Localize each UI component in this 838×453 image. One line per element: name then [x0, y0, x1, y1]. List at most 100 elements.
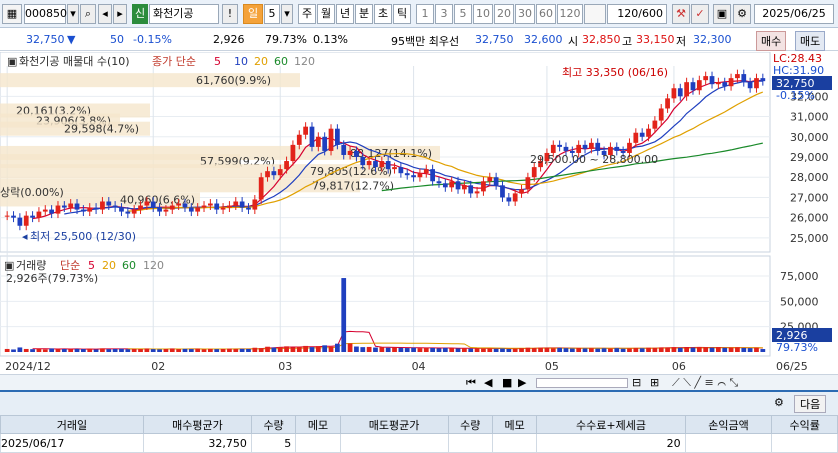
volume-bar: [620, 348, 626, 352]
prev-icon[interactable]: ◂: [98, 4, 112, 24]
candle: [11, 215, 16, 218]
chevron-down-icon[interactable]: ▾: [67, 4, 79, 24]
candle: [754, 78, 759, 89]
ma-5[interactable]: 5: [214, 55, 221, 68]
tools-icon[interactable]: ⚒: [672, 4, 690, 24]
candle: [677, 88, 683, 97]
prev-icon[interactable]: ◀: [484, 376, 492, 389]
column-header[interactable]: 매수평균가: [142, 415, 252, 434]
compare-icon[interactable]: ✓: [691, 4, 709, 24]
tab-second[interactable]: 초: [374, 4, 392, 24]
vol-ma-20[interactable]: 20: [102, 259, 116, 272]
candle: [741, 74, 747, 83]
interval-120[interactable]: 120: [557, 4, 583, 24]
column-header[interactable]: 메모: [295, 415, 341, 434]
x-date-label: 06: [672, 360, 686, 373]
volume-bar: [665, 347, 670, 352]
day-count-input[interactable]: 5: [264, 4, 280, 24]
volume-bar: [315, 346, 321, 352]
column-header[interactable]: 수량: [447, 415, 493, 434]
draw-tools-icon[interactable]: ⟋ ⟍ ╱ ≡ ⌒ ⤡: [672, 376, 738, 390]
volume-bar: [589, 348, 594, 352]
interval-20[interactable]: 20: [494, 4, 514, 24]
sell-button[interactable]: 매도: [795, 31, 826, 51]
candle: [716, 82, 721, 85]
save-icon[interactable]: ▣: [713, 4, 731, 24]
volume-panel-title: 거래량: [16, 259, 46, 272]
candle: [176, 203, 181, 206]
y-tick-label: 27,000: [790, 191, 829, 204]
gear-icon[interactable]: ⚙: [733, 4, 751, 24]
menu-icon[interactable]: ▦: [2, 4, 22, 24]
volume-bar: [354, 346, 359, 352]
interval-30[interactable]: 30: [515, 4, 535, 24]
volume-bar: [49, 348, 54, 352]
zoom-in-icon[interactable]: ⊞: [650, 376, 659, 389]
stock-code-input[interactable]: 000850: [24, 4, 67, 24]
ma-10[interactable]: 10: [234, 55, 248, 68]
vol-ma-60[interactable]: 60: [122, 259, 136, 272]
tab-tick[interactable]: 틱: [393, 4, 411, 24]
interval-custom[interactable]: [584, 4, 606, 24]
change-value: 50: [110, 33, 124, 46]
column-header[interactable]: 메모: [491, 415, 538, 434]
interval-3[interactable]: 3: [435, 4, 453, 24]
candle: [163, 209, 169, 212]
ma-20[interactable]: 20: [254, 55, 268, 68]
next-button[interactable]: 다음: [794, 395, 827, 413]
tab-week[interactable]: 주: [298, 4, 316, 24]
column-header[interactable]: 수익률: [771, 415, 838, 434]
zoom-out-icon[interactable]: ⊟: [632, 376, 641, 389]
volume-bar: [627, 348, 632, 352]
date-field[interactable]: 2025/06/25: [754, 4, 834, 24]
ma-120[interactable]: 120: [294, 55, 315, 68]
column-header[interactable]: 수수료+제세금: [536, 415, 686, 434]
price-chart[interactable]: 61,760(9.9%)20,161(3.2%)23,906(3.8%)29,5…: [0, 52, 838, 374]
y-tick-label: 29,000: [790, 151, 829, 164]
candle: [722, 82, 728, 87]
play-icon[interactable]: ▶: [518, 376, 526, 389]
candle: [169, 205, 175, 210]
column-header[interactable]: 거래일: [0, 415, 144, 434]
view-count-field[interactable]: 120/600: [607, 4, 667, 24]
first-icon[interactable]: ⏮: [466, 376, 476, 390]
column-header[interactable]: 손익금액: [684, 415, 773, 434]
stop-icon[interactable]: ■: [502, 376, 512, 389]
alert-icon[interactable]: !: [222, 4, 238, 24]
gear-icon[interactable]: ⚙: [774, 396, 784, 409]
column-header[interactable]: 매도평균가: [339, 415, 449, 434]
candle: [442, 183, 448, 188]
column-header[interactable]: 수량: [250, 415, 297, 434]
candle: [633, 132, 639, 143]
interval-1[interactable]: 1: [416, 4, 434, 24]
tab-minute[interactable]: 분: [355, 4, 373, 24]
vol-ma-120[interactable]: 120: [143, 259, 164, 272]
candle: [576, 144, 582, 153]
candle: [246, 207, 251, 210]
volume-bar: [462, 348, 467, 352]
chevron-down-icon[interactable]: ▾: [281, 4, 293, 24]
zoom-slider[interactable]: [536, 378, 628, 388]
chart-navigation-bar: ⏮ ◀ ■ ▶ ⊟ ⊞ ⟋ ⟍ ╱ ≡ ⌒ ⤡: [0, 374, 838, 390]
volume-bar: [722, 347, 728, 352]
vol-ma-5[interactable]: 5: [88, 259, 95, 272]
stock-name-field[interactable]: 화천기공: [149, 4, 219, 24]
table-cell: [339, 433, 449, 453]
buy-button[interactable]: 매수: [756, 31, 787, 51]
volume-bar: [112, 348, 118, 352]
tab-year[interactable]: 년: [336, 4, 354, 24]
candle: [93, 207, 99, 210]
ma-60[interactable]: 60: [274, 55, 288, 68]
volume-bar: [601, 348, 607, 352]
table-row[interactable]: 2025/06/17 32,750 5 20: [0, 433, 838, 453]
interval-5[interactable]: 5: [454, 4, 472, 24]
interval-10[interactable]: 10: [473, 4, 493, 24]
candle: [182, 203, 188, 208]
range-note: 29,500.00 ~ 28,800.00: [530, 153, 658, 166]
candle: [379, 161, 385, 168]
search-icon[interactable]: ⌕: [80, 4, 96, 24]
next-icon[interactable]: ▸: [113, 4, 127, 24]
interval-60[interactable]: 60: [536, 4, 556, 24]
tab-day[interactable]: 일: [243, 4, 263, 24]
tab-month[interactable]: 월: [317, 4, 335, 24]
